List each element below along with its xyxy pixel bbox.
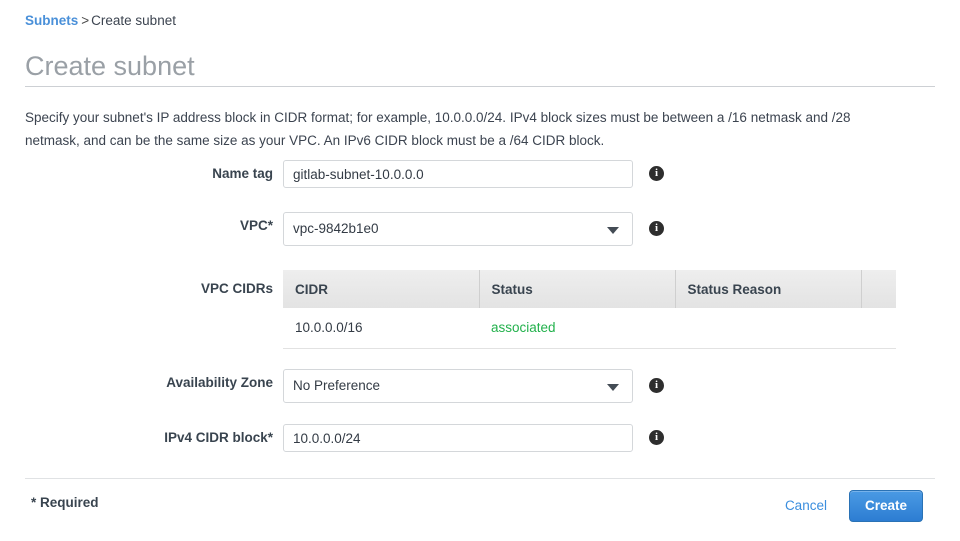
form-row-ipv4-cidr-block: IPv4 CIDR block* i xyxy=(0,424,960,452)
control-name-tag xyxy=(283,160,633,188)
footer-divider xyxy=(25,478,935,479)
column-header-extra[interactable] xyxy=(860,270,896,308)
form-row-name-tag: Name tag i xyxy=(0,160,960,188)
table-row: 10.0.0.0/16 associated xyxy=(283,308,896,349)
availability-zone-select-value: No Preference xyxy=(293,378,381,393)
page-title: Create subnet xyxy=(25,51,195,81)
cell-cidr: 10.0.0.0/16 xyxy=(283,308,479,349)
create-subnet-page: Subnets > Create subnet Create subnet Spec… xyxy=(0,0,960,541)
info-icon-vpc[interactable]: i xyxy=(649,221,664,236)
form-row-availability-zone: Availability Zone No Preference i xyxy=(0,369,960,403)
control-ipv4-cidr-block xyxy=(283,424,633,452)
breadcrumb-current: Create subnet xyxy=(91,13,176,28)
name-tag-input[interactable] xyxy=(283,160,633,188)
table-header-row: CIDR Status Status Reason xyxy=(283,270,896,308)
info-icon-availability-zone[interactable]: i xyxy=(649,378,664,393)
label-availability-zone: Availability Zone xyxy=(166,375,273,390)
form-row-vpc-cidrs: VPC CIDRs CIDR Status Status Reason 10.0… xyxy=(0,270,960,349)
cell-extra xyxy=(861,308,896,349)
vpc-cidrs-table-body: 10.0.0.0/16 associated xyxy=(283,308,896,349)
label-vpc-cidrs: VPC CIDRs xyxy=(200,281,273,296)
chevron-down-icon xyxy=(607,384,619,391)
vpc-cidrs-table: CIDR Status Status Reason 10.0.0.0/16 as… xyxy=(283,270,896,349)
create-button[interactable]: Create xyxy=(848,490,923,522)
column-header-status-reason[interactable]: Status Reason xyxy=(674,270,861,308)
vpc-cidrs-table-head: CIDR Status Status Reason xyxy=(283,270,896,308)
required-note: * Required xyxy=(31,495,99,510)
cell-status: associated xyxy=(479,308,675,349)
control-availability-zone: No Preference xyxy=(283,369,633,403)
chevron-down-icon xyxy=(607,227,619,234)
breadcrumb: Subnets > Create subnet xyxy=(25,12,176,29)
footer-actions: Cancel Create xyxy=(785,490,923,522)
form-row-vpc: VPC* vpc-9842b1e0 i xyxy=(0,212,960,246)
info-icon-ipv4-cidr-block[interactable]: i xyxy=(649,430,664,445)
label-name-tag: Name tag xyxy=(212,166,273,181)
page-description: Specify your subnet's IP address block i… xyxy=(25,110,851,148)
vpc-select[interactable]: vpc-9842b1e0 xyxy=(283,212,633,246)
availability-zone-select[interactable]: No Preference xyxy=(283,369,633,403)
title-divider xyxy=(25,86,935,87)
column-header-status[interactable]: Status xyxy=(478,270,675,308)
control-vpc-cidrs: CIDR Status Status Reason 10.0.0.0/16 as… xyxy=(283,270,896,349)
vpc-select-value: vpc-9842b1e0 xyxy=(293,221,379,236)
info-icon-name-tag[interactable]: i xyxy=(649,166,664,181)
label-vpc: VPC* xyxy=(239,218,273,233)
breadcrumb-separator: > xyxy=(81,13,90,28)
label-ipv4-cidr-block: IPv4 CIDR block* xyxy=(164,430,273,445)
control-vpc: vpc-9842b1e0 xyxy=(283,212,633,246)
cancel-button[interactable]: Cancel xyxy=(785,490,827,522)
cell-status-reason xyxy=(675,308,861,349)
ipv4-cidr-block-input[interactable] xyxy=(283,424,633,452)
breadcrumb-link-subnets[interactable]: Subnets xyxy=(25,13,78,28)
column-header-cidr[interactable]: CIDR xyxy=(283,270,479,308)
